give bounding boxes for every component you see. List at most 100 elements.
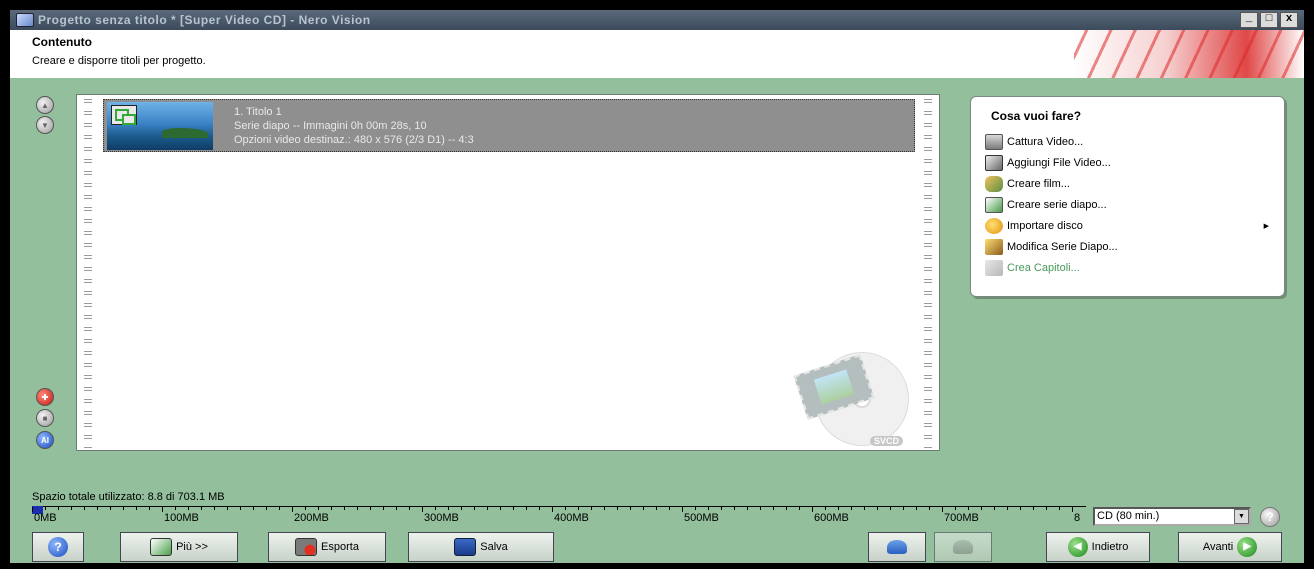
more-button[interactable]: Più >> (120, 532, 238, 562)
ruler-minor-tick (929, 507, 930, 510)
task-list: Cattura Video... Aggiungi File Video... … (985, 131, 1275, 278)
export-button[interactable]: Esporta (268, 532, 386, 562)
ruler-minor-tick (409, 507, 410, 510)
task-capture-video[interactable]: Cattura Video... (985, 131, 1275, 152)
ruler-minor-tick (799, 507, 800, 510)
ruler-minor-tick (591, 507, 592, 510)
ruler-minor-tick (526, 507, 527, 510)
ruler-minor-tick (578, 507, 579, 510)
ruler-minor-tick (890, 507, 891, 510)
ruler-minor-tick (851, 507, 852, 510)
back-button-label: Indietro (1091, 541, 1129, 553)
delete-title-button[interactable]: ✚ (36, 388, 54, 406)
ruler-minor-tick (227, 507, 228, 510)
ruler-tick-label: 200MB (294, 512, 329, 524)
title-item-duration: Serie diapo -- Immagini 0h 00m 28s, 10 (234, 120, 427, 132)
ruler-minor-tick (773, 507, 774, 510)
more-options-icon (150, 538, 173, 556)
create-movie-icon (985, 175, 1003, 192)
disk-space-ruler: 0MB 100MB 200MB 300MB 400MB 500MB 600MB 700MB 8 (32, 506, 1086, 524)
help-icon: ? (48, 537, 68, 557)
ruler-minor-tick (188, 507, 189, 510)
ruler-minor-tick (513, 507, 514, 510)
task-label: Creare serie diapo... (1007, 198, 1107, 211)
disc-type-select[interactable]: CD (80 min.) ▼ (1093, 507, 1251, 526)
ruler-tick-label: 300MB (424, 512, 459, 524)
title-item-video-options: Opzioni video destinaz.: 480 x 576 (2/3 … (234, 134, 474, 146)
task-create-movie[interactable]: Creare film... (985, 173, 1275, 194)
back-button[interactable]: ◀ Indietro (1046, 532, 1150, 562)
arrow-left-icon: ◀ (1067, 537, 1088, 557)
edit-title-button[interactable]: ■ (36, 409, 54, 427)
task-label: Aggiungi File Video... (1007, 156, 1111, 169)
ruler-minor-tick (123, 507, 124, 510)
ruler-minor-tick (435, 507, 436, 510)
ruler-minor-tick (500, 507, 501, 510)
window-title: Progetto senza titolo * [Super Video CD]… (38, 13, 371, 27)
ruler-minor-tick (656, 507, 657, 510)
edit-slideshow-icon (985, 238, 1003, 255)
ruler-minor-tick (383, 507, 384, 510)
save-button-label: Salva (480, 541, 508, 553)
disc-help-icon[interactable]: ? (1260, 507, 1280, 527)
ruler-minor-tick (1046, 507, 1047, 510)
task-add-video-file[interactable]: Aggiungi File Video... (985, 152, 1275, 173)
ruler-minor-tick (838, 507, 839, 510)
create-chapters-icon (985, 259, 1003, 276)
redo-button[interactable] (934, 532, 992, 562)
ruler-minor-tick (981, 507, 982, 510)
move-up-button[interactable]: ▲ (36, 96, 54, 114)
move-down-button[interactable]: ▼ (36, 116, 54, 134)
ruler-minor-tick (734, 507, 735, 510)
minimize-button[interactable]: _ (1240, 12, 1258, 28)
window-controls: _ □ x (1240, 12, 1298, 28)
arrow-right-icon: ▶ (1237, 537, 1258, 557)
close-button[interactable]: x (1280, 12, 1298, 28)
ruler-minor-tick (487, 507, 488, 510)
ruler-minor-tick (149, 507, 150, 510)
svcd-label: SVCD (869, 436, 903, 446)
auto-arrange-button[interactable]: AI (36, 431, 54, 449)
ruler-minor-tick (84, 507, 85, 510)
ruler-minor-tick (1007, 507, 1008, 510)
ruler-minor-tick (643, 507, 644, 510)
task-import-disc[interactable]: Importare disco ▶ (985, 215, 1275, 236)
task-label: Crea Capitoli... (1007, 261, 1080, 274)
task-edit-slideshow[interactable]: Modifica Serie Diapo... (985, 236, 1275, 257)
next-button[interactable]: Avanti ▶ (1178, 532, 1282, 562)
page-header: Contenuto Creare e disporre titoli per p… (10, 30, 1304, 78)
ruler-minor-tick (201, 507, 202, 510)
maximize-button[interactable]: □ (1260, 12, 1278, 28)
ruler-minor-tick (565, 507, 566, 510)
ruler-minor-tick (968, 507, 969, 510)
save-button[interactable]: Salva (408, 532, 554, 562)
title-bar: Progetto senza titolo * [Super Video CD]… (10, 10, 1304, 30)
create-slideshow-icon (985, 196, 1003, 213)
ruler-minor-tick (175, 507, 176, 510)
filmstrip-perforation-right (917, 95, 939, 450)
chevron-down-icon[interactable]: ▼ (1234, 509, 1249, 524)
add-video-file-icon (985, 154, 1003, 171)
ruler-minor-tick (539, 507, 540, 510)
page-subtitle: Creare e disporre titoli per progetto. (32, 55, 206, 67)
ruler-minor-tick (240, 507, 241, 510)
undo-button[interactable] (868, 532, 926, 562)
task-create-chapters[interactable]: Crea Capitoli... (985, 257, 1275, 278)
ruler-minor-tick (1033, 507, 1034, 510)
ruler-minor-tick (903, 507, 904, 510)
video-capture-icon (985, 133, 1003, 150)
task-create-slideshow[interactable]: Creare serie diapo... (985, 194, 1275, 215)
task-label: Importare disco (1007, 219, 1083, 232)
ruler-minor-tick (721, 507, 722, 510)
import-disc-icon (985, 217, 1003, 234)
title-list-item[interactable]: 1. Titolo 1 Serie diapo -- Immagini 0h 0… (103, 99, 915, 152)
ruler-minor-tick (877, 507, 878, 510)
title-list-filmstrip[interactable]: 1. Titolo 1 Serie diapo -- Immagini 0h 0… (76, 94, 940, 451)
nero-vision-app-icon (16, 13, 34, 27)
help-button[interactable]: ? (32, 532, 84, 562)
svcd-watermark: SVCD (793, 350, 909, 446)
ruler-minor-tick (448, 507, 449, 510)
ruler-minor-tick (136, 507, 137, 510)
ruler-tick-label: 0MB (34, 512, 57, 524)
submenu-arrow-icon: ▶ (1263, 222, 1269, 230)
